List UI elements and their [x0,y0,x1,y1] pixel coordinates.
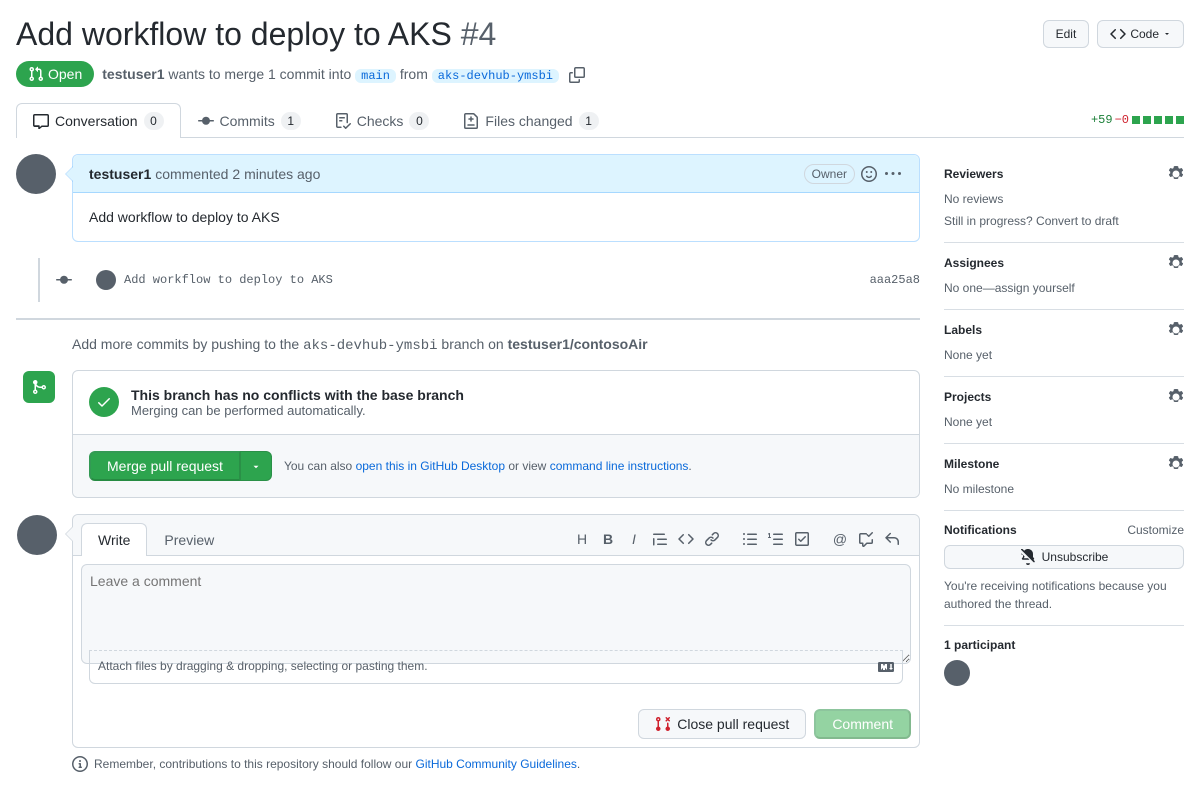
state-badge: Open [16,61,94,87]
comment-body: Add workflow to deploy to AKS [73,193,919,241]
caret-down-icon [251,462,261,472]
unsubscribe-button[interactable]: Unsubscribe [944,545,1184,569]
sidebar-milestone-title: Milestone [944,457,999,471]
sidebar-assignees-title: Assignees [944,256,1004,270]
desktop-link[interactable]: open this in GitHub Desktop [356,459,505,473]
commit-sha-link[interactable]: aaa25a8 [870,273,920,287]
push-hint: Add more commits by pushing to the aks-d… [72,336,920,354]
caret-down-icon [1163,30,1171,38]
mention-icon[interactable]: @ [829,528,851,550]
head-branch[interactable]: aks-devhub-ymsbi [432,69,559,83]
list-ordered-icon[interactable] [765,528,787,550]
gear-icon[interactable] [1168,456,1184,472]
author-link[interactable]: testuser1 [102,66,164,82]
file-diff-icon [463,113,479,129]
code-icon [1110,26,1126,42]
bell-slash-icon [1020,549,1036,565]
convert-draft-link[interactable]: Convert to draft [1036,214,1119,228]
git-pull-request-icon [28,66,44,82]
sidebar-notifications-title: Notifications [944,523,1017,537]
kebab-icon[interactable] [883,163,903,184]
merge-button[interactable]: Merge pull request [89,451,240,481]
sidebar-projects-title: Projects [944,390,991,404]
gear-icon[interactable] [1168,389,1184,405]
write-tab[interactable]: Write [81,523,147,556]
git-merge-icon [31,379,47,395]
merge-dropdown[interactable] [240,451,272,481]
avatar[interactable] [17,515,57,555]
tab-files[interactable]: Files changed 1 [446,103,615,138]
base-branch[interactable]: main [355,69,396,83]
gear-icon[interactable] [1168,322,1184,338]
comment-timestamp[interactable]: 2 minutes ago [232,166,320,182]
git-pull-request-closed-icon [655,716,671,732]
git-commit-icon [198,113,214,129]
italic-icon[interactable]: I [623,528,645,550]
commit-message-link[interactable]: Add workflow to deploy to AKS [124,273,333,287]
pr-meta: testuser1 wants to merge 1 commit into m… [102,66,559,83]
cli-link[interactable]: command line instructions [550,459,689,473]
tab-commits[interactable]: Commits 1 [181,103,318,138]
preview-tab[interactable]: Preview [147,523,231,556]
copy-icon[interactable] [567,63,587,84]
tab-conversation[interactable]: Conversation 0 [16,103,181,138]
smiley-icon[interactable] [859,163,879,184]
tasklist-icon[interactable] [791,528,813,550]
pr-tabs: Conversation 0 Commits 1 Checks 0 Files … [16,103,1184,138]
comment-form: Write Preview H B I @ [72,514,920,748]
code-button[interactable]: Code [1097,20,1184,48]
sidebar-labels-title: Labels [944,323,982,337]
close-pr-button[interactable]: Close pull request [638,709,806,739]
merge-alternatives: You can also open this in GitHub Desktop… [284,459,692,473]
markdown-toolbar: H B I @ [571,528,911,550]
comment-textarea[interactable] [81,564,911,664]
attach-hint[interactable]: Attach files by dragging & dropping, sel… [89,650,903,684]
role-badge: Owner [804,164,855,184]
avatar[interactable] [16,154,56,194]
code-icon[interactable] [675,528,697,550]
comment-author[interactable]: testuser1 [89,166,151,182]
merge-badge [23,371,55,403]
git-commit-icon [56,272,72,288]
assign-yourself-link[interactable]: assign yourself [995,281,1075,295]
commit-row: Add workflow to deploy to AKS aaa25a8 [40,266,920,294]
check-circle-icon [89,387,119,417]
info-icon [72,756,88,772]
comment-discussion-icon [33,113,49,129]
reply-icon[interactable] [881,528,903,550]
tab-checks[interactable]: Checks 0 [318,103,447,138]
merge-panel: This branch has no conflicts with the ba… [72,370,920,498]
sidebar-reviewers-title: Reviewers [944,167,1003,181]
merge-status-subtitle: Merging can be performed automatically. [131,403,464,418]
participant-avatar[interactable] [944,660,970,686]
avatar[interactable] [96,270,116,290]
sidebar-participants-title: 1 participant [944,638,1015,652]
quote-icon[interactable] [649,528,671,550]
list-unordered-icon[interactable] [739,528,761,550]
guidelines-link[interactable]: GitHub Community Guidelines [416,757,577,771]
gear-icon[interactable] [1168,255,1184,271]
merge-status-title: This branch has no conflicts with the ba… [131,387,464,403]
cross-reference-icon[interactable] [855,528,877,550]
edit-button[interactable]: Edit [1043,20,1090,48]
gear-icon[interactable] [1168,166,1184,182]
link-icon[interactable] [701,528,723,550]
pr-number: #4 [461,16,497,52]
comment-box: testuser1 commented 2 minutes ago Owner … [72,154,920,242]
comment-button: Comment [814,709,911,739]
diffstat[interactable]: +59 −0 [1091,113,1184,127]
pr-title: Add workflow to deploy to AKS #4 [16,16,496,53]
guidelines-note: Remember, contributions to this reposito… [72,756,920,772]
checklist-icon [335,113,351,129]
heading-icon[interactable]: H [571,528,593,550]
bold-icon[interactable]: B [597,528,619,550]
customize-link[interactable]: Customize [1127,523,1184,537]
markdown-icon[interactable] [878,659,894,675]
